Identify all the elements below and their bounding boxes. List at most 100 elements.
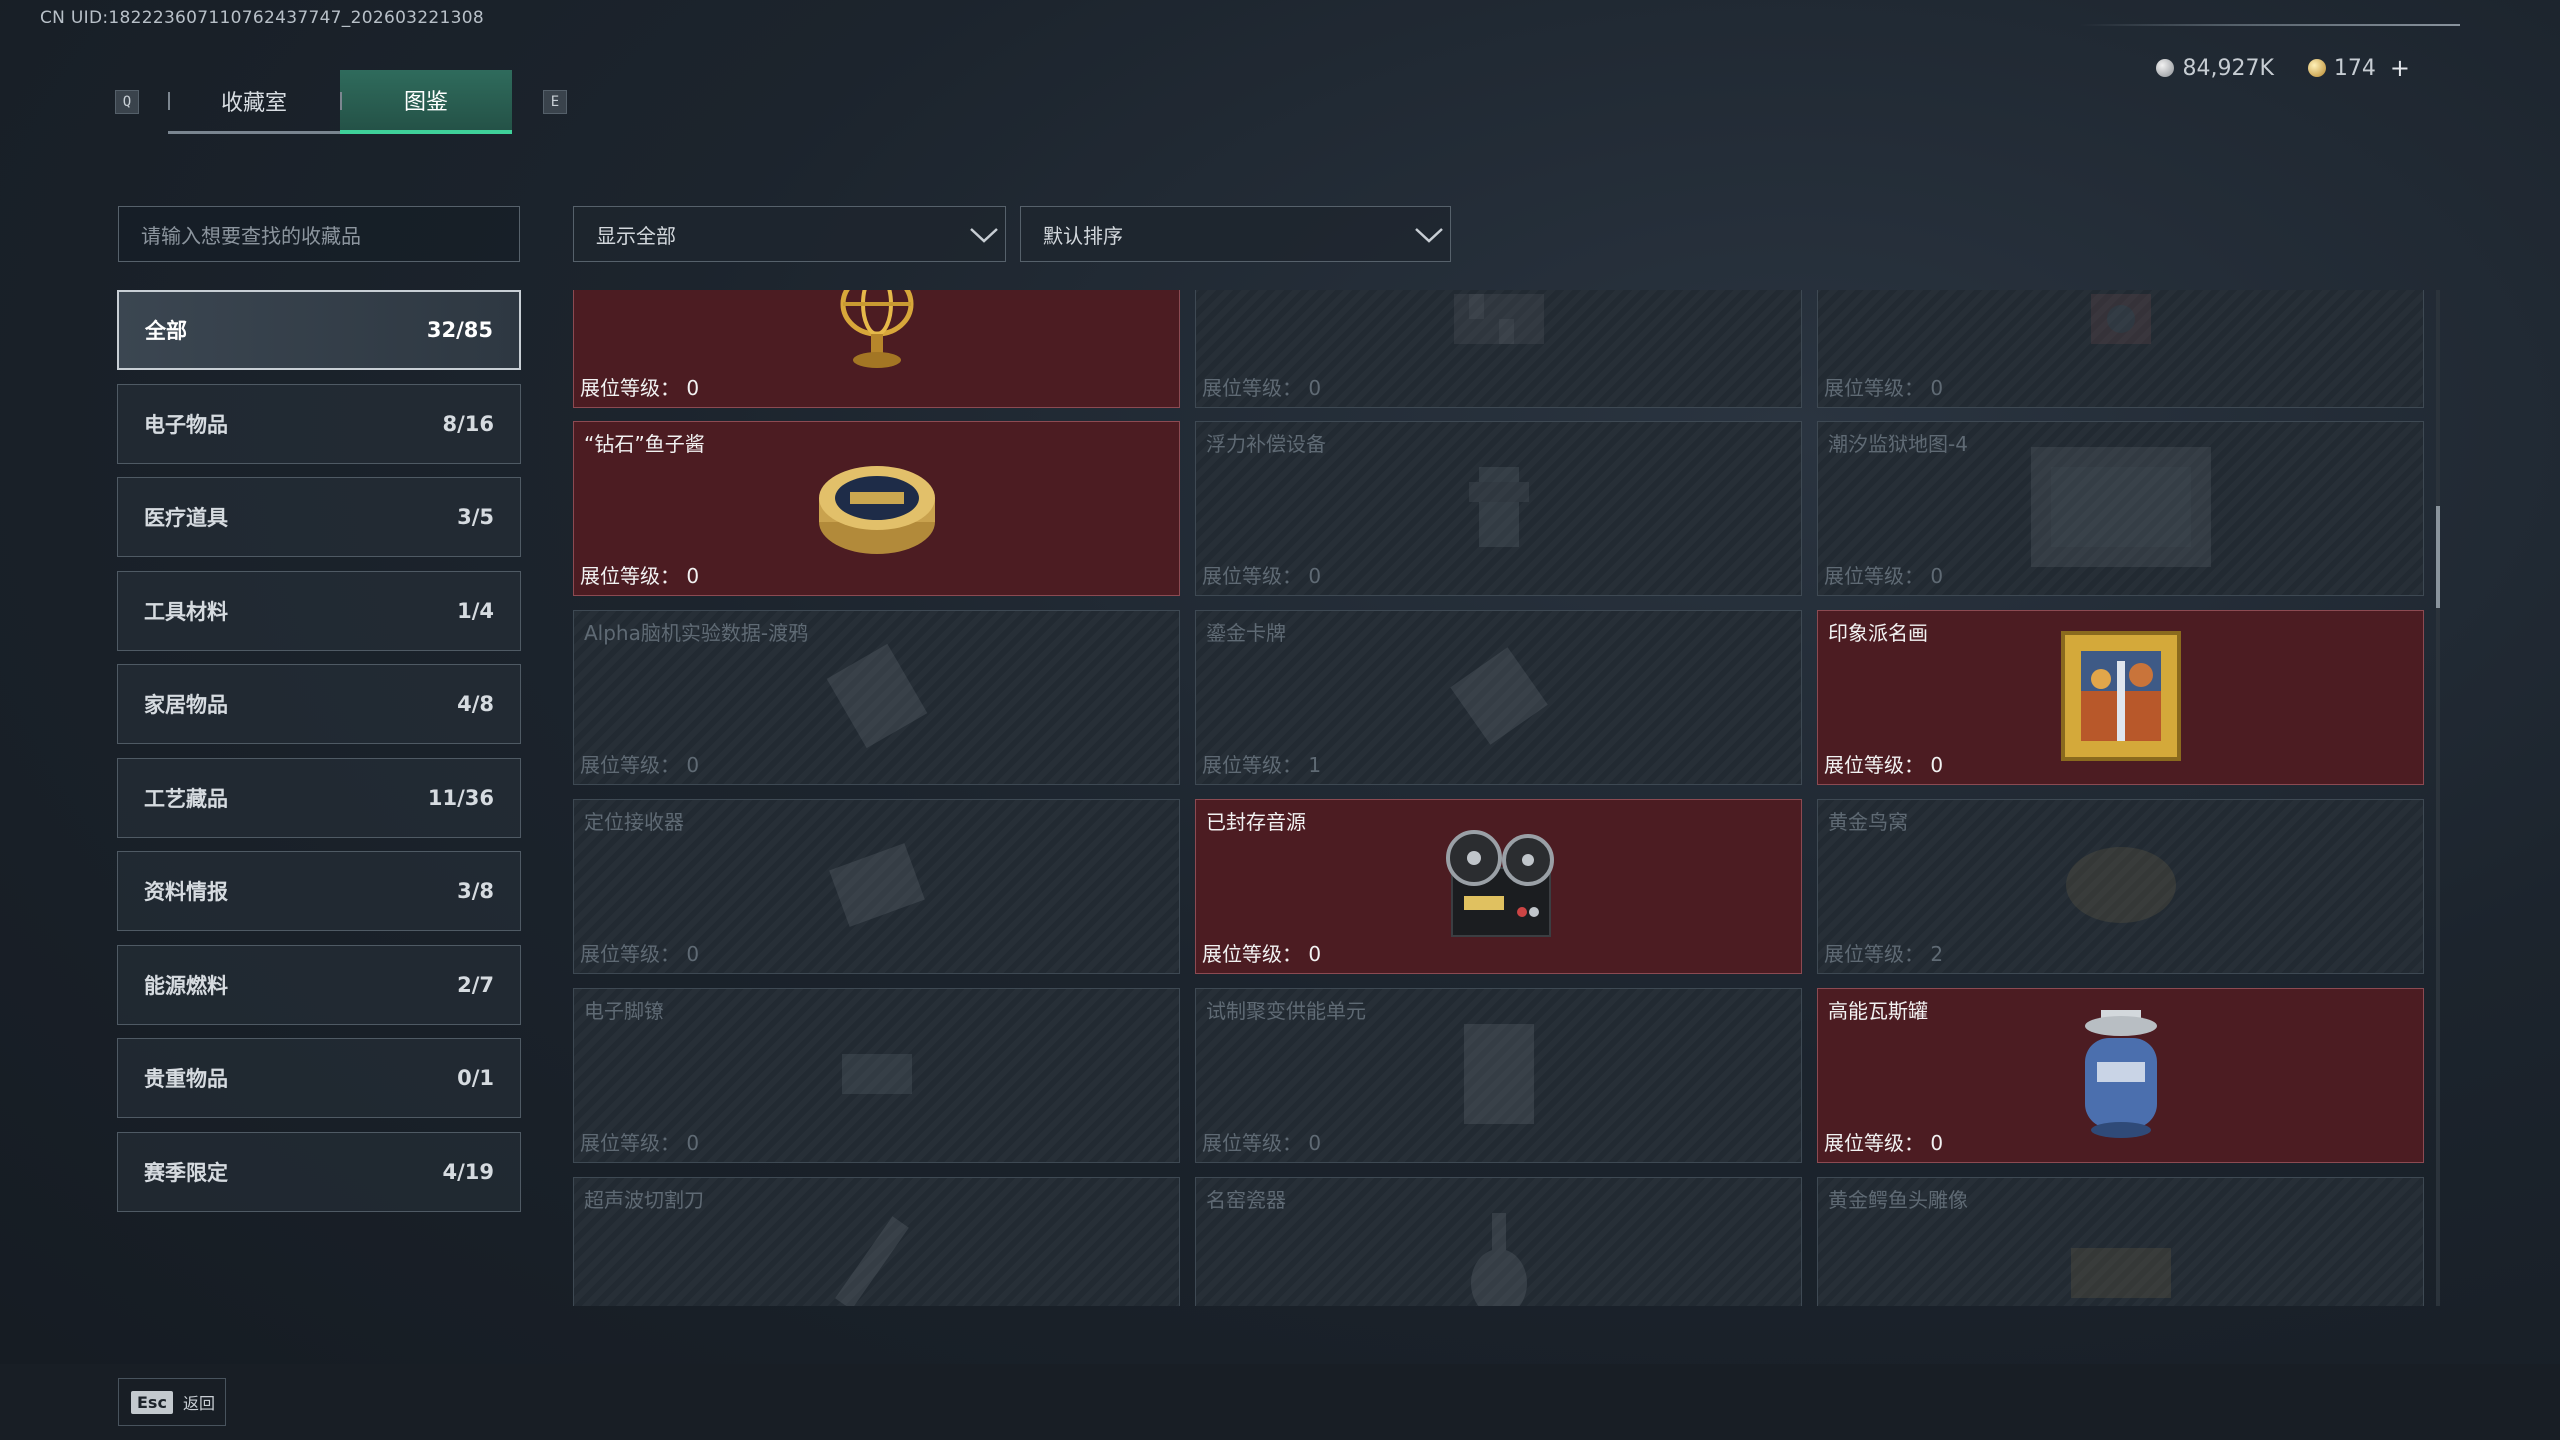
collection-card[interactable]: 印象派名画展位等级： 0 — [1817, 610, 2424, 785]
armillary-sphere-icon — [822, 290, 932, 378]
category-electronics[interactable]: 电子物品 8/16 — [117, 383, 521, 464]
bird-nest-icon — [2051, 830, 2191, 944]
card-name: 印象派名画 — [1828, 621, 1928, 645]
collection-card[interactable]: 高能瓦斯罐展位等级： 0 — [1817, 988, 2424, 1163]
collection-card[interactable]: “钻石”鱼子酱展位等级： 0 — [573, 421, 1180, 596]
back-button[interactable]: Esc 返回 — [118, 1378, 226, 1426]
add-currency-button[interactable]: + — [2390, 54, 2410, 82]
category-intel[interactable]: 资料情报 3/8 — [117, 851, 521, 931]
search-input[interactable]: 请输入想要查找的收藏品 — [118, 206, 520, 262]
category-tools[interactable]: 工具材料 1/4 — [117, 570, 521, 651]
silver-currency: 84,927K — [2156, 54, 2274, 82]
card-level: 展位等级： 0 — [1824, 753, 1944, 777]
card-name: 黄金鳄鱼头雕像 — [1828, 1188, 1968, 1212]
category-count: 32/85 — [426, 318, 493, 342]
collection-card[interactable]: 电子脚镣 展位等级： 0 — [573, 988, 1180, 1163]
receiver-icon — [807, 825, 947, 949]
category-label: 贵重物品 — [144, 1067, 228, 1091]
scrollbar-track[interactable] — [2436, 290, 2440, 1306]
card-level: 展位等级： 0 — [580, 753, 700, 777]
card-level: 展位等级： 0 — [580, 376, 700, 400]
collection-card[interactable]: 定位接收器 展位等级： 0 — [573, 799, 1180, 974]
tab-separator — [340, 92, 342, 110]
category-season[interactable]: 赛季限定 4/19 — [117, 1131, 521, 1212]
category-count: 1/4 — [457, 598, 494, 623]
caviar-tin-icon — [812, 452, 942, 566]
category-label: 家居物品 — [144, 693, 228, 717]
category-label: 医疗道具 — [144, 506, 228, 530]
category-medical[interactable]: 医疗道具 3/5 — [117, 477, 521, 557]
card-name: 超声波切割刀 — [584, 1188, 704, 1212]
tab-collection-room[interactable]: 收藏室 — [168, 70, 340, 134]
category-label: 能源燃料 — [144, 973, 228, 998]
category-count: 3/8 — [457, 879, 494, 903]
card-level: 展位等级： 1 — [1202, 753, 1322, 777]
category-crafts[interactable]: 工艺藏品 11/36 — [117, 757, 521, 838]
tab-prev-key[interactable]: Q — [115, 90, 139, 114]
scrollbar-thumb[interactable] — [2436, 506, 2440, 608]
card-level: 展位等级： 0 — [1202, 942, 1322, 966]
collection-card[interactable]: 浮力补偿设备展位等级： 0 — [1195, 421, 1802, 596]
collection-card[interactable]: 展位等级： 0 — [1195, 290, 1802, 408]
collection-card[interactable]: 黄金鸟窝 展位等级： 2 — [1817, 799, 2424, 974]
card-icon — [1439, 636, 1559, 760]
collection-card[interactable]: Alpha脑机实验数据-渡鸦展位等级： 0 — [573, 610, 1180, 785]
card-level: 展位等级： 0 — [1202, 1131, 1322, 1155]
porcelain-icon — [1454, 1203, 1544, 1306]
collection-card[interactable]: 已封存音源 展位等级： 0 — [1195, 799, 1802, 974]
filter-dropdown[interactable]: 显示全部 — [573, 206, 1006, 262]
category-label: 资料情报 — [144, 880, 228, 904]
collection-card[interactable]: 展位等级： 0 — [573, 290, 1180, 408]
card-name: Alpha脑机实验数据-渡鸦 — [584, 621, 809, 645]
ankle-monitor-icon — [812, 1014, 942, 1138]
card-level: 展位等级： 0 — [580, 1131, 700, 1155]
category-label: 工具材料 — [144, 599, 228, 624]
card-name: “钻石”鱼子酱 — [584, 432, 705, 456]
sort-dropdown[interactable]: 默认排序 — [1020, 206, 1451, 262]
collection-card[interactable]: 鎏金卡牌 展位等级： 1 — [1195, 610, 1802, 785]
chevron-down-icon — [969, 225, 998, 245]
category-count: 11/36 — [427, 785, 494, 810]
chessboard-icon — [1444, 290, 1554, 358]
buoyancy-device-icon — [1449, 452, 1549, 566]
bottom-bar — [0, 1364, 2560, 1440]
category-valuables[interactable]: 贵重物品 0/1 — [117, 1038, 521, 1118]
category-energy[interactable]: 能源燃料 2/7 — [117, 944, 521, 1025]
map-icon — [2026, 442, 2216, 576]
uid-text: CN UID:182223607110762437747_20260322130… — [40, 8, 484, 28]
cutter-icon — [812, 1203, 942, 1306]
category-count: 8/16 — [442, 411, 494, 436]
category-count: 0/1 — [457, 1066, 494, 1090]
collection-card[interactable]: 名窑瓷器 — [1195, 1177, 1802, 1306]
collection-card[interactable]: 潮汐监狱地图-4 展位等级： 0 — [1817, 421, 2424, 596]
category-label: 电子物品 — [144, 412, 228, 437]
card-level: 展位等级： 0 — [580, 564, 700, 588]
collection-card[interactable]: 试制聚变供能单元 展位等级： 0 — [1195, 988, 1802, 1163]
painting-icon — [2060, 630, 2181, 765]
card-level: 展位等级： 0 — [1824, 376, 1944, 400]
card-name: 高能瓦斯罐 — [1828, 999, 1928, 1023]
card-level: 展位等级： 0 — [1202, 376, 1322, 400]
gas-canister-icon — [2071, 1004, 2171, 1148]
category-label: 全部 — [145, 319, 187, 343]
silver-coin-icon — [2156, 59, 2175, 77]
category-sidebar: 全部 32/85 电子物品 8/16 医疗道具 3/5 工具材料 1/4 家居物品 4/8… — [117, 290, 521, 1225]
card-level: 展位等级： 0 — [580, 942, 700, 966]
collection-card[interactable]: 黄金鳄鱼头雕像 — [1817, 1177, 2424, 1306]
card-level: 展位等级： 0 — [1202, 564, 1322, 588]
category-household[interactable]: 家居物品 4/8 — [117, 664, 521, 744]
category-all[interactable]: 全部 32/85 — [117, 290, 521, 370]
collection-card[interactable]: 展位等级： 0 — [1817, 290, 2424, 408]
card-name: 浮力补偿设备 — [1206, 432, 1326, 456]
collection-card[interactable]: 超声波切割刀 — [573, 1177, 1180, 1306]
collection-grid: 展位等级： 0 展位等级： 0 展位等级： 0 “钻石”鱼子酱 展位等级： 0 浮力补偿设… — [573, 290, 2426, 1306]
tab-catalog[interactable]: 图鉴 — [340, 70, 512, 134]
sort-selected: 默认排序 — [1043, 223, 1123, 248]
tab-next-key[interactable]: E — [543, 90, 567, 114]
fusion-unit-icon — [1444, 1009, 1554, 1143]
card-name: 潮汐监狱地图-4 — [1828, 432, 1968, 456]
card-level: 展位等级： 0 — [1824, 1131, 1944, 1155]
back-label: 返回 — [182, 1394, 215, 1413]
device-icon — [2066, 290, 2176, 358]
filter-selected: 显示全部 — [596, 223, 676, 248]
